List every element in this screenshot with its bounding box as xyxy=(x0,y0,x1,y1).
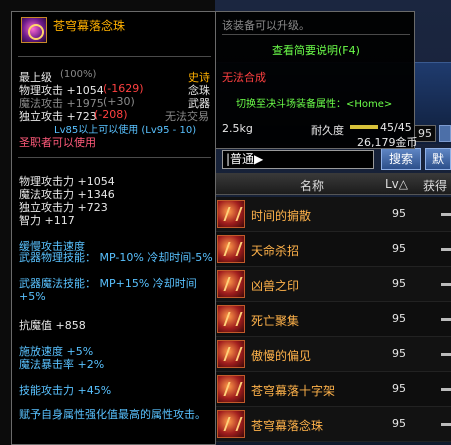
item-name: 苍穹幕落念珠 xyxy=(251,419,324,433)
item-title: 苍穹幕落念珠 xyxy=(53,19,126,33)
ind-atk-diff: (-208) xyxy=(94,108,128,121)
column-obtain[interactable]: 获得 xyxy=(423,177,447,194)
row-toggle[interactable] xyxy=(441,318,451,321)
row-toggle[interactable] xyxy=(441,283,451,286)
item-name: 死亡聚集 xyxy=(251,314,300,328)
weight-value: 2.5kg xyxy=(222,122,253,135)
table-row[interactable]: 苍穹幕落十字架 95 xyxy=(215,372,451,407)
mag-crit-rate: 魔法暴击率 +2% xyxy=(19,358,105,371)
view-summary-link[interactable]: 查看简要说明(F4) xyxy=(272,42,360,58)
durability-value: 45/45 xyxy=(380,121,412,134)
row-toggle[interactable] xyxy=(441,388,451,391)
upgrade-note: 该装备可以升级。 xyxy=(222,19,310,32)
phys-skill-modifier: 武器物理技能： MP-10% 冷却时间-5% xyxy=(19,251,213,264)
element-description: 赋予自身属性强化值最高的属性攻击。 xyxy=(19,408,206,421)
column-lv[interactable]: Lv△ xyxy=(385,177,408,191)
item-icon xyxy=(217,305,245,333)
item-icon xyxy=(217,340,245,368)
item-name: 傲慢的偏见 xyxy=(251,349,312,363)
column-name[interactable]: 名称 xyxy=(300,177,324,194)
durability-bar xyxy=(350,125,378,129)
table-row[interactable]: 苍穹幕落念珠 95 xyxy=(215,407,451,442)
level-filter-stepper[interactable] xyxy=(439,125,451,142)
durability-label: 耐久度 xyxy=(311,124,344,137)
price-value: 26,179金币 xyxy=(357,136,418,149)
divider xyxy=(18,56,211,57)
table-row[interactable]: 天命杀招 95 xyxy=(215,232,451,267)
stat-line: 智力 +117 xyxy=(19,214,75,227)
tooltip-side-panel: 该装备可以升级。 查看简要说明(F4) 无法合成 切换至决斗场装备属性：<Hom… xyxy=(215,11,418,149)
item-icon xyxy=(217,200,245,228)
divider xyxy=(18,157,211,158)
item-level: 95 xyxy=(392,242,406,255)
row-toggle[interactable] xyxy=(441,248,451,251)
switch-arena-stats[interactable]: 切换至决斗场装备属性：<Home> xyxy=(236,95,392,110)
table-row[interactable]: 傲慢的偏见 95 xyxy=(215,337,451,372)
item-level: 95 xyxy=(392,277,406,290)
divider xyxy=(222,34,410,35)
item-level: 95 xyxy=(392,347,406,360)
grade-pct: (100%) xyxy=(60,69,97,80)
item-icon xyxy=(217,270,245,298)
item-icon xyxy=(217,410,245,438)
no-synthesis-label: 无法合成 xyxy=(222,71,266,84)
anti-magic-value: 抗魔值 +858 xyxy=(19,319,86,332)
row-toggle[interactable] xyxy=(441,353,451,356)
item-name: 时间的掮散 xyxy=(251,209,312,223)
item-name: 苍穹幕落十字架 xyxy=(251,384,336,398)
item-level: 95 xyxy=(392,207,406,220)
table-row[interactable]: 死亡聚集 95 xyxy=(215,302,451,337)
item-name: 天命杀招 xyxy=(251,244,300,258)
rosary-icon xyxy=(21,17,47,43)
search-button[interactable]: 搜索 xyxy=(381,148,421,170)
row-toggle[interactable] xyxy=(441,423,451,426)
mag-skill-modifier: 武器魔法技能： MP+15% 冷却时间+5% xyxy=(19,277,197,303)
item-icon xyxy=(217,235,245,263)
row-toggle[interactable] xyxy=(441,213,451,216)
default-button[interactable]: 默 xyxy=(425,148,451,170)
item-name: 凶兽之印 xyxy=(251,279,300,293)
item-tooltip: 苍穹幕落念珠 最上级 (100%) 史诗 物理攻击 +1054 (-1629) … xyxy=(11,11,216,445)
table-row[interactable]: 凶兽之印 95 xyxy=(215,267,451,302)
item-level: 95 xyxy=(392,312,406,325)
table-row[interactable]: 时间的掮散 95 xyxy=(215,197,451,232)
search-input[interactable]: |普通▶ xyxy=(222,150,374,169)
class-requirement: 圣职者可以使用 xyxy=(19,136,96,149)
item-level: 95 xyxy=(392,417,406,430)
mag-atk-diff: (+30) xyxy=(103,95,135,108)
item-icon xyxy=(217,375,245,403)
item-level: 95 xyxy=(392,382,406,395)
item-list: 时间的掮散 95 天命杀招 95 凶兽之印 95 死亡聚集 95 傲慢的偏见 95 苍穹幕… xyxy=(215,197,451,442)
phys-atk-diff: (-1629) xyxy=(103,82,144,95)
skill-atk: 技能攻击力 +45% xyxy=(19,384,112,397)
table-header: 名称 Lv△ 获得 xyxy=(215,173,451,195)
